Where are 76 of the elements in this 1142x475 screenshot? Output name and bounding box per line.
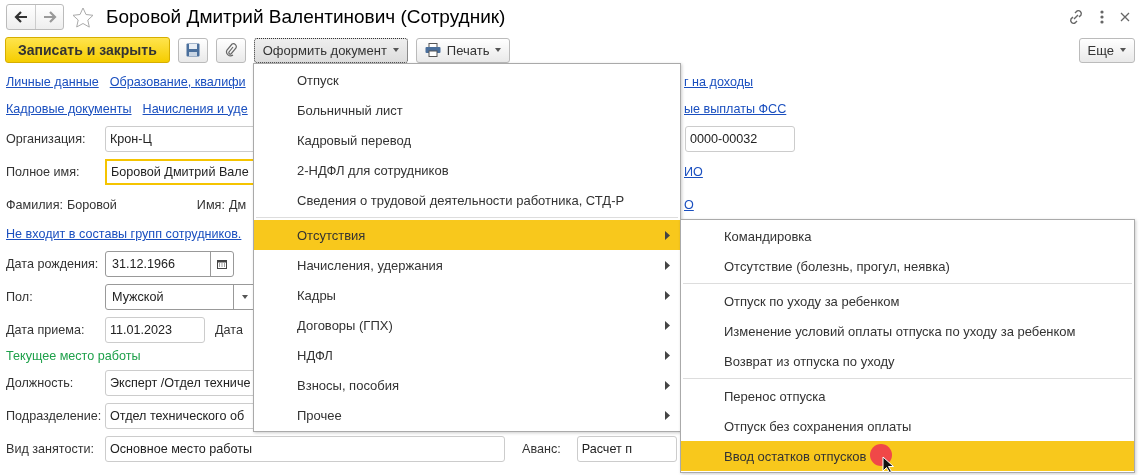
- menu-item[interactable]: НДФЛ: [254, 340, 680, 370]
- menu-item[interactable]: Отсутствия: [254, 220, 680, 250]
- form-link[interactable]: О: [684, 197, 1142, 212]
- submenu-arrow-icon: [665, 380, 670, 390]
- field-label: Дата рождения:: [6, 256, 100, 271]
- link-icon[interactable]: [1068, 9, 1084, 25]
- menu-item[interactable]: Кадровый перевод: [254, 125, 680, 155]
- submenu-arrow-icon: [665, 290, 670, 300]
- field-label: Вид занятости:: [6, 441, 96, 456]
- back-arrow-icon: [14, 11, 28, 23]
- menu-item[interactable]: Кадры: [254, 280, 680, 310]
- date-field[interactable]: 31.12.1966: [105, 250, 234, 277]
- caret-icon: [242, 294, 248, 299]
- menu-item[interactable]: Отсутствие (болезнь, прогул, неявка): [681, 251, 1134, 281]
- field-label: Полное имя:: [6, 164, 81, 179]
- field-label: Имя:: [196, 197, 225, 212]
- caret-icon: [392, 48, 399, 52]
- more-options-icon[interactable]: [1100, 10, 1104, 24]
- attach-button[interactable]: [215, 37, 246, 63]
- caret-icon: [1120, 48, 1126, 52]
- menu-item[interactable]: Прочее: [254, 400, 680, 430]
- more-button[interactable]: Еще: [1078, 37, 1135, 63]
- menu-item[interactable]: Ввод остатков отпусков: [681, 441, 1134, 471]
- menu-item[interactable]: Изменение условий оплаты отпуска по уходу за ребенком: [681, 316, 1134, 346]
- form-link[interactable]: г на доходы: [684, 74, 1142, 89]
- menu-item[interactable]: Отпуск без сохранения оплаты: [681, 411, 1134, 441]
- submenu-arrow-icon: [665, 410, 670, 420]
- field-label: Аванс:: [522, 441, 561, 456]
- section-link[interactable]: Образование, квалифи: [109, 74, 246, 89]
- menu-item[interactable]: Возврат из отпуска по уходу: [681, 346, 1134, 376]
- section-link[interactable]: Начисления и уде: [142, 101, 248, 116]
- number-field[interactable]: 0000-00032: [685, 125, 795, 152]
- field-label: Пол:: [6, 289, 34, 304]
- menu-item[interactable]: Отпуск по уходу за ребенком: [681, 286, 1134, 316]
- menu-item[interactable]: Командировка: [681, 221, 1134, 251]
- menu-item[interactable]: Перенос отпуска: [681, 381, 1134, 411]
- menu-item[interactable]: Сведения о трудовой деятельности работника, СТД-Р: [254, 185, 680, 215]
- field-label: Фамилия:: [6, 197, 63, 212]
- section-link[interactable]: Личные данные: [6, 74, 99, 89]
- groups-link[interactable]: Не входит в составы групп сотрудников.: [6, 227, 242, 241]
- menu-item[interactable]: Договоры (ГПХ): [254, 310, 680, 340]
- menu-item[interactable]: Начисления, удержания: [254, 250, 680, 280]
- window-title: Боровой Дмитрий Валентинович (Сотрудник): [106, 6, 507, 28]
- form-link[interactable]: ИО: [684, 164, 1142, 179]
- save-and-close-button[interactable]: Записать и закрыть: [5, 37, 170, 63]
- calendar-icon: [217, 258, 227, 269]
- text-field[interactable]: Расчет п: [576, 435, 677, 462]
- menu-item[interactable]: Взносы, пособия: [254, 370, 680, 400]
- submenu-arrow-icon: [665, 350, 670, 360]
- submenu-arrow-icon: [665, 320, 670, 330]
- field-value: Дм: [228, 197, 247, 212]
- field-label: Дата: [215, 322, 243, 337]
- printer-icon: [424, 43, 441, 57]
- field-label: Подразделение:: [6, 408, 103, 423]
- print-button[interactable]: Печать: [415, 37, 511, 63]
- field-value: Боровой: [67, 197, 117, 212]
- text-field[interactable]: Основное место работы: [105, 435, 505, 462]
- save-button[interactable]: [177, 37, 208, 63]
- submenu-arrow-icon: [665, 230, 670, 240]
- caret-icon: [495, 48, 502, 52]
- section-link[interactable]: Кадровые документы: [6, 101, 132, 116]
- close-icon[interactable]: [1120, 12, 1130, 22]
- forward-arrow-icon: [42, 11, 57, 23]
- paperclip-icon: [224, 43, 237, 57]
- submenu-arrow-icon: [665, 260, 670, 270]
- menu-item[interactable]: Отпуск: [254, 65, 680, 95]
- form-link[interactable]: ые выплаты ФСС: [684, 101, 1142, 116]
- field-label: Дата приема:: [6, 322, 86, 337]
- menu-item[interactable]: Больничный лист: [254, 95, 680, 125]
- section-heading: Текущее место работы: [6, 349, 141, 363]
- create-document-button[interactable]: Оформить документ: [253, 37, 408, 63]
- star-icon[interactable]: [72, 6, 94, 28]
- date-field[interactable]: 11.01.2023: [105, 316, 205, 343]
- menu-item[interactable]: 2-НДФЛ для сотрудников: [254, 155, 680, 185]
- field-label: Должность:: [6, 375, 75, 390]
- field-label: Организация:: [6, 131, 87, 146]
